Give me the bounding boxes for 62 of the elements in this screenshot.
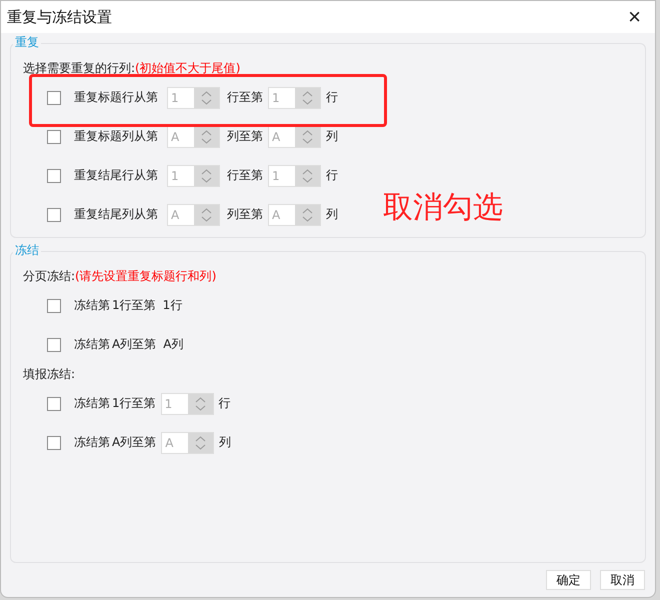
spin-field[interactable]: A — [167, 204, 220, 226]
row-label: 行至第 — [227, 167, 263, 184]
row-label: A列至第 — [112, 336, 156, 353]
spin-arrows-icon[interactable] — [188, 432, 214, 452]
row-label: A列至第 — [112, 434, 156, 451]
row-label: 冻结第 — [74, 297, 110, 314]
unit-label: 行 — [326, 167, 338, 184]
row-label: 行至第 — [227, 89, 263, 106]
spin-arrows-icon[interactable] — [188, 394, 213, 414]
spin-arrows-icon[interactable] — [194, 166, 219, 186]
row-label: 冻结第 — [74, 395, 110, 412]
checkbox[interactable] — [47, 396, 61, 410]
window-title: 重复与冻结设置 — [7, 8, 112, 26]
spin-field[interactable]: A — [268, 126, 321, 148]
spin-field[interactable]: 1 — [160, 392, 214, 414]
checkbox[interactable] — [47, 168, 61, 182]
row-label: 列至第 — [227, 206, 263, 223]
spin-arrows-icon[interactable] — [295, 88, 320, 108]
spin-field[interactable]: 1 — [268, 86, 321, 108]
row-label: 重复结尾列从第 — [74, 206, 159, 223]
row-label: 重复标题行从第 — [74, 89, 159, 106]
row-label: A列 — [163, 336, 184, 353]
spin-field[interactable]: A — [161, 432, 214, 454]
prompt-label: 选择需要重复的行列: — [23, 60, 136, 76]
unit-label: 列 — [326, 206, 338, 223]
unit-label: 行 — [326, 89, 338, 106]
spin-field[interactable]: A — [167, 126, 220, 148]
spin-field[interactable]: A — [268, 204, 321, 226]
row-label: 重复标题列从第 — [74, 128, 159, 145]
checkbox[interactable] — [47, 436, 61, 450]
section-label: 分页冻结: — [23, 268, 76, 284]
row-label: 1行至第 — [112, 297, 156, 314]
checkbox[interactable] — [47, 298, 61, 312]
annotation-text: 取消勾选 — [383, 189, 503, 227]
row-label: 1行至第 — [112, 395, 156, 412]
spin-arrows-icon[interactable] — [194, 204, 219, 224]
checkbox[interactable] — [47, 90, 61, 104]
unit-label: 列 — [219, 434, 232, 451]
spin-arrows-icon[interactable] — [295, 204, 320, 224]
hint-text: (初始值不大于尾值) — [135, 60, 240, 76]
spin-field[interactable]: 1 — [268, 164, 321, 186]
row-label: 1行 — [162, 297, 182, 314]
section-label: 填报冻结: — [23, 366, 76, 382]
row-label: 冻结第 — [74, 336, 110, 353]
row-label: 重复结尾行从第 — [74, 167, 159, 184]
spin-arrows-icon[interactable] — [194, 88, 219, 108]
unit-label: 列 — [326, 128, 338, 145]
spin-arrows-icon[interactable] — [295, 166, 320, 186]
row-label: 冻结第 — [74, 434, 110, 451]
spin-field[interactable]: 1 — [167, 86, 220, 108]
row-label: 列至第 — [227, 128, 263, 145]
cancel-button[interactable]: 取消 — [600, 570, 645, 590]
spin-field[interactable]: 1 — [167, 164, 220, 186]
unit-label: 行 — [218, 395, 231, 412]
checkbox[interactable] — [47, 130, 61, 144]
spin-arrows-icon[interactable] — [295, 126, 320, 146]
hint-text: (请先设置重复标题行和列) — [75, 268, 216, 284]
checkbox[interactable] — [47, 208, 61, 222]
checkbox[interactable] — [47, 338, 61, 352]
ok-button[interactable]: 确定 — [546, 570, 591, 590]
spin-arrows-icon[interactable] — [194, 126, 219, 146]
close-button[interactable]: × — [624, 6, 645, 28]
